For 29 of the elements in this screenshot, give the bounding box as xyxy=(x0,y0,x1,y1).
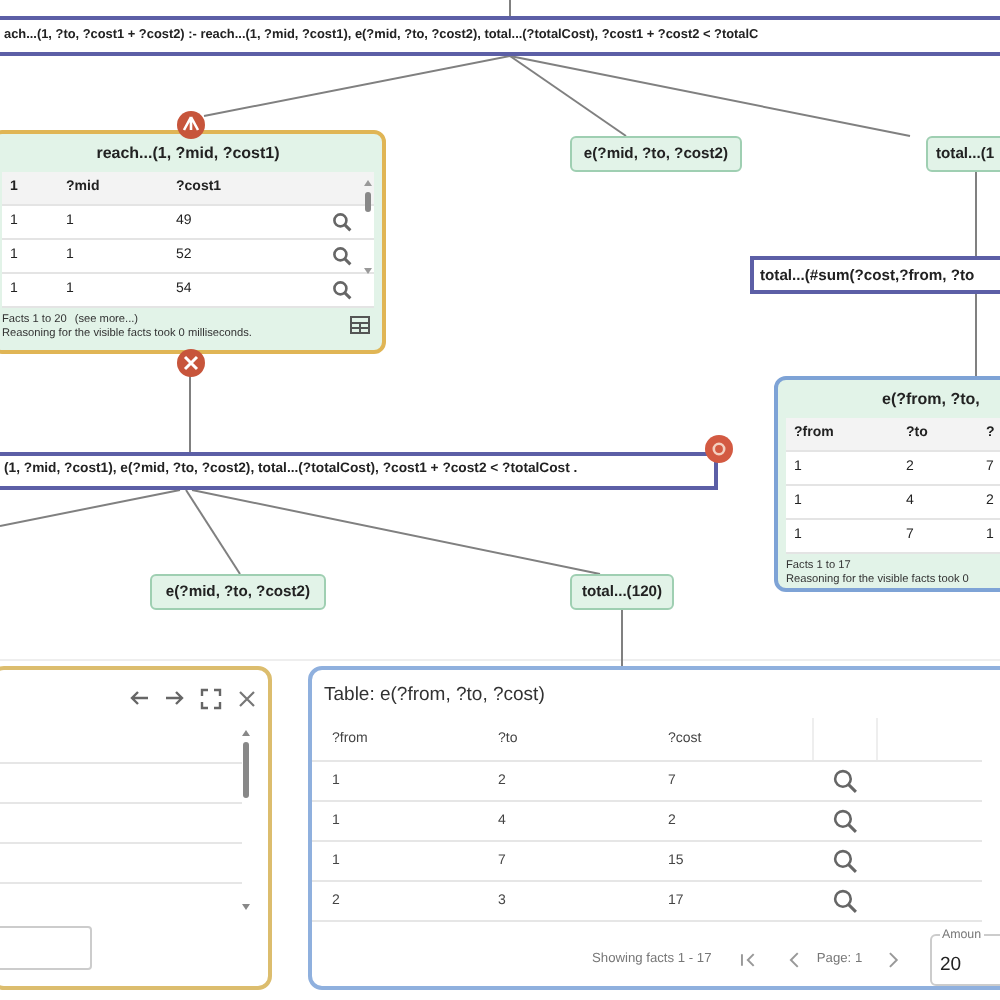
close-icon[interactable] xyxy=(176,348,206,378)
search-icon[interactable] xyxy=(331,246,351,266)
search-icon[interactable] xyxy=(331,280,351,300)
back-arrow-icon[interactable] xyxy=(128,688,150,710)
tree-icon[interactable] xyxy=(176,110,206,140)
connector-line xyxy=(509,0,511,17)
search-icon[interactable] xyxy=(331,212,351,232)
input-field[interactable] xyxy=(0,926,92,970)
connector-line xyxy=(189,373,191,453)
close-icon[interactable] xyxy=(236,688,258,710)
connector-line xyxy=(621,609,623,667)
table-icon[interactable] xyxy=(350,316,370,334)
forward-arrow-icon[interactable] xyxy=(164,688,186,710)
next-page-icon[interactable] xyxy=(886,952,902,969)
scrollbar[interactable] xyxy=(362,176,374,278)
connector-line xyxy=(975,171,977,257)
connector-line xyxy=(975,293,977,377)
card-title: e(?from, ?to, xyxy=(882,387,980,411)
previous-page-icon[interactable] xyxy=(785,952,801,969)
search-icon[interactable] xyxy=(832,848,858,875)
target-icon[interactable] xyxy=(704,434,734,464)
search-icon[interactable] xyxy=(832,888,858,915)
panel-title: Table: e(?from, ?to, ?cost) xyxy=(324,682,547,710)
first-page-icon[interactable] xyxy=(739,952,758,969)
fullscreen-icon[interactable] xyxy=(200,688,222,710)
card-title: reach...(1, ?mid, ?cost1) xyxy=(96,141,280,165)
search-icon[interactable] xyxy=(832,808,858,835)
empty-header-cell xyxy=(812,718,878,761)
search-icon[interactable] xyxy=(832,768,858,795)
